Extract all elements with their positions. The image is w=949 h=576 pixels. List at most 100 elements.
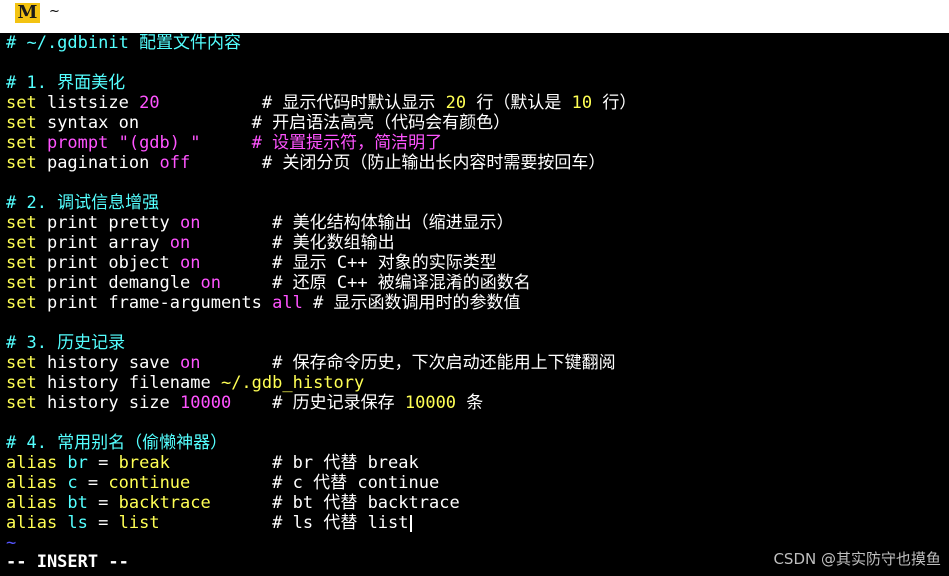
- editor-token: # ~/.gdbinit 配置文件内容: [6, 33, 242, 53]
- editor-token: history save: [36, 353, 181, 373]
- editor-token: # 4. 常用别名（偷懒神器）: [6, 433, 228, 453]
- vim-mode-indicator: -- INSERT --: [6, 552, 129, 572]
- editor-token: pagination: [36, 153, 160, 173]
- editor-token: # 2. 调试信息增强: [6, 193, 160, 213]
- editor-token: set: [6, 153, 37, 173]
- editor-token: set: [6, 353, 37, 373]
- editor-token: alias: [6, 493, 58, 513]
- editor-token: set: [6, 373, 37, 393]
- editor-token: list: [118, 513, 160, 533]
- editor-token: set: [6, 213, 37, 233]
- editor-token: print array: [36, 233, 170, 253]
- editor-token: =: [87, 473, 109, 493]
- editor-token: # c 代替 continue: [190, 473, 440, 493]
- editor-token: alias: [6, 513, 58, 533]
- csdn-watermark: CSDN @其实防守也摸鱼: [773, 550, 941, 568]
- editor-token: bt: [57, 493, 99, 513]
- editor-token: prompt "(gdb) " # 设置提示符，简洁明了: [36, 133, 443, 153]
- editor-token: set: [6, 393, 37, 413]
- editor-line[interactable]: set print pretty on # 美化结构体输出（缩进显示）: [6, 213, 514, 233]
- editor-token: 20: [445, 93, 467, 113]
- editor-token: set: [6, 293, 37, 313]
- editor-line[interactable]: set history size 10000 # 历史记录保存 10000 条: [6, 393, 483, 413]
- editor-token: # 历史记录保存: [231, 393, 405, 413]
- editor-token: on: [200, 273, 221, 293]
- editor-token: # 还原 C++ 被编译混淆的函数名: [220, 273, 531, 293]
- editor-line[interactable]: set history filename ~/.gdb_history: [6, 373, 364, 393]
- editor-token: 10000: [404, 393, 457, 413]
- editor-token: # 显示函数调用时的参数值: [302, 293, 521, 313]
- editor-line[interactable]: set pagination off # 关闭分页（防止输出长内容时需要按回车）: [6, 153, 605, 173]
- editor-line[interactable]: set print array on # 美化数组输出: [6, 233, 395, 253]
- editor-line[interactable]: set syntax on # 开启语法高亮（代码会有颜色）: [6, 113, 510, 133]
- editor-line[interactable]: ~: [6, 533, 16, 553]
- editor-line[interactable]: set listsize 20 # 显示代码时默认显示 20 行（默认是 10 …: [6, 93, 636, 113]
- editor-line[interactable]: # 4. 常用别名（偷懒神器）: [6, 433, 227, 453]
- editor-line[interactable]: alias bt = backtrace # bt 代替 backtrace: [6, 493, 460, 513]
- editor-token: # 1. 界面美化: [6, 73, 126, 93]
- window-titlebar: M ~: [0, 0, 949, 34]
- editor-token: # 美化结构体输出（缩进显示）: [200, 213, 514, 233]
- editor-token: # 显示 C++ 对象的实际类型: [200, 253, 497, 273]
- vim-app-icon: M: [15, 3, 40, 23]
- editor-line[interactable]: set print object on # 显示 C++ 对象的实际类型: [6, 253, 497, 273]
- terminal-editor[interactable]: # ~/.gdbinit 配置文件内容 # 1. 界面美化 set listsize…: [0, 33, 949, 576]
- editor-token: 10: [571, 93, 593, 113]
- editor-token: on: [169, 233, 191, 253]
- editor-token: history filename: [36, 373, 221, 393]
- editor-token: set: [6, 253, 37, 273]
- editor-token: break: [118, 453, 170, 473]
- editor-token: all: [272, 293, 303, 313]
- editor-token: set: [6, 133, 37, 153]
- editor-token: # 保存命令历史，下次启动还能用上下键翻阅: [200, 353, 616, 373]
- editor-line[interactable]: # 1. 界面美化: [6, 73, 125, 93]
- editor-token: # 3. 历史记录: [6, 333, 126, 353]
- editor-token: # 显示代码时默认显示: [159, 93, 446, 113]
- editor-token: backtrace: [118, 493, 211, 513]
- editor-token: 10000: [180, 393, 232, 413]
- editor-token: set: [6, 93, 37, 113]
- editor-token: ~: [6, 533, 17, 553]
- editor-line[interactable]: # ~/.gdbinit 配置文件内容: [6, 33, 241, 53]
- editor-token: on: [180, 353, 201, 373]
- editor-token: # 美化数组输出: [190, 233, 395, 253]
- editor-token: listsize: [36, 93, 140, 113]
- editor-token: 条: [456, 393, 484, 413]
- editor-token: print demangle: [36, 273, 201, 293]
- editor-token: continue: [108, 473, 191, 493]
- editor-line[interactable]: alias c = continue # c 代替 continue: [6, 473, 439, 493]
- editor-token: =: [98, 493, 119, 513]
- editor-token: 行）: [592, 93, 637, 113]
- editor-token: br: [57, 453, 99, 473]
- editor-token: print frame-arguments: [36, 293, 273, 313]
- editor-line[interactable]: # 2. 调试信息增强: [6, 193, 159, 213]
- editor-line[interactable]: set print demangle on # 还原 C++ 被编译混淆的函数名: [6, 273, 531, 293]
- window-title: ~: [49, 4, 60, 19]
- editor-token: print pretty: [36, 213, 181, 233]
- editor-token: history size: [36, 393, 181, 413]
- editor-token: # br 代替 break: [169, 453, 419, 473]
- editor-token: =: [98, 453, 119, 473]
- editor-token: =: [98, 513, 119, 533]
- editor-token: syntax on # 开启语法高亮（代码会有颜色）: [36, 113, 511, 133]
- editor-token: ~/.gdb_history: [220, 373, 365, 393]
- editor-token: set: [6, 233, 37, 253]
- editor-token: print object: [36, 253, 181, 273]
- editor-token: set: [6, 113, 37, 133]
- editor-token: off: [159, 153, 191, 173]
- editor-token: # bt 代替 backtrace: [210, 493, 460, 513]
- editor-line[interactable]: set prompt "(gdb) " # 设置提示符，简洁明了: [6, 133, 442, 153]
- text-cursor: [409, 514, 412, 532]
- editor-token: c: [57, 473, 88, 493]
- editor-line[interactable]: set history save on # 保存命令历史，下次启动还能用上下键翻…: [6, 353, 616, 373]
- editor-token: on: [180, 253, 201, 273]
- editor-line[interactable]: set print frame-arguments all # 显示函数调用时的…: [6, 293, 521, 313]
- editor-line[interactable]: alias ls = list # ls 代替 list: [6, 513, 412, 533]
- editor-token: set: [6, 273, 37, 293]
- editor-token: 行（默认是: [466, 93, 572, 113]
- editor-line[interactable]: alias br = break # br 代替 break: [6, 453, 419, 473]
- editor-token: ls: [57, 513, 99, 533]
- editor-token: # 关闭分页（防止输出长内容时需要按回车）: [190, 153, 606, 173]
- editor-line[interactable]: # 3. 历史记录: [6, 333, 125, 353]
- editor-token: 20: [139, 93, 160, 113]
